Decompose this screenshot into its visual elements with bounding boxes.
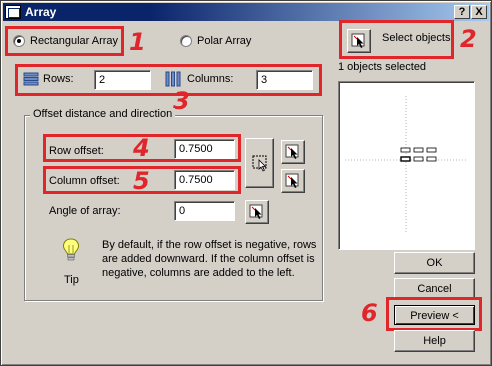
title-bar[interactable]: Array ? X xyxy=(3,3,489,21)
offset-group-title: Offset distance and direction xyxy=(30,108,176,120)
columns-icon xyxy=(165,71,181,87)
columns-input[interactable]: 3 xyxy=(256,70,313,90)
rows-input[interactable]: 2 xyxy=(94,70,151,90)
rows-label: Rows: xyxy=(43,73,74,85)
callout-number-2: 2 xyxy=(460,25,477,53)
callout-number-1: 1 xyxy=(129,28,146,56)
row-offset-label: Row offset: xyxy=(49,145,104,157)
pick-point-icon xyxy=(285,144,299,159)
pick-point-icon xyxy=(285,173,299,188)
callout-number-6: 6 xyxy=(361,299,378,327)
row-offset-input[interactable]: 0.7500 xyxy=(174,139,235,159)
lightbulb-icon xyxy=(62,238,80,261)
polar-array-label[interactable]: Polar Array xyxy=(197,35,251,47)
column-offset-label: Column offset: xyxy=(49,175,120,187)
callout-box-2 xyxy=(339,20,454,59)
pick-column-offset-button[interactable] xyxy=(281,169,305,193)
help-title-button[interactable]: ? xyxy=(454,5,470,19)
callout-number-3: 3 xyxy=(173,87,190,115)
polar-array-radio[interactable] xyxy=(180,35,192,47)
pick-both-offsets-button[interactable] xyxy=(245,138,274,188)
rows-icon xyxy=(23,72,39,86)
columns-label: Columns: xyxy=(187,73,234,85)
callout-number-4: 4 xyxy=(133,134,150,162)
callout-box-1 xyxy=(5,26,124,56)
angle-input[interactable]: 0 xyxy=(174,201,235,221)
close-title-button[interactable]: X xyxy=(471,5,487,19)
callout-box-6 xyxy=(386,297,482,331)
angle-label: Angle of array: xyxy=(49,205,121,217)
selection-status: 1 objects selected xyxy=(338,61,427,73)
array-preview xyxy=(338,81,475,250)
help-button[interactable]: Help xyxy=(394,330,475,352)
ok-button[interactable]: OK xyxy=(394,252,475,274)
callout-number-5: 5 xyxy=(133,167,150,195)
pick-point-icon xyxy=(249,204,263,219)
window-title: Array xyxy=(25,5,57,19)
pick-angle-button[interactable] xyxy=(245,200,269,224)
column-offset-input[interactable]: 0.7500 xyxy=(174,170,235,190)
tip-label: Tip xyxy=(64,274,79,286)
preview-canvas xyxy=(345,96,467,234)
pick-rectangle-icon xyxy=(252,155,266,172)
array-app-icon xyxy=(5,5,21,19)
tip-text: By default, if the row offset is negativ… xyxy=(102,239,317,279)
array-dialog: Array ? X Rectangular Array 1 Polar Arra… xyxy=(0,0,492,366)
pick-row-offset-button[interactable] xyxy=(281,140,305,164)
